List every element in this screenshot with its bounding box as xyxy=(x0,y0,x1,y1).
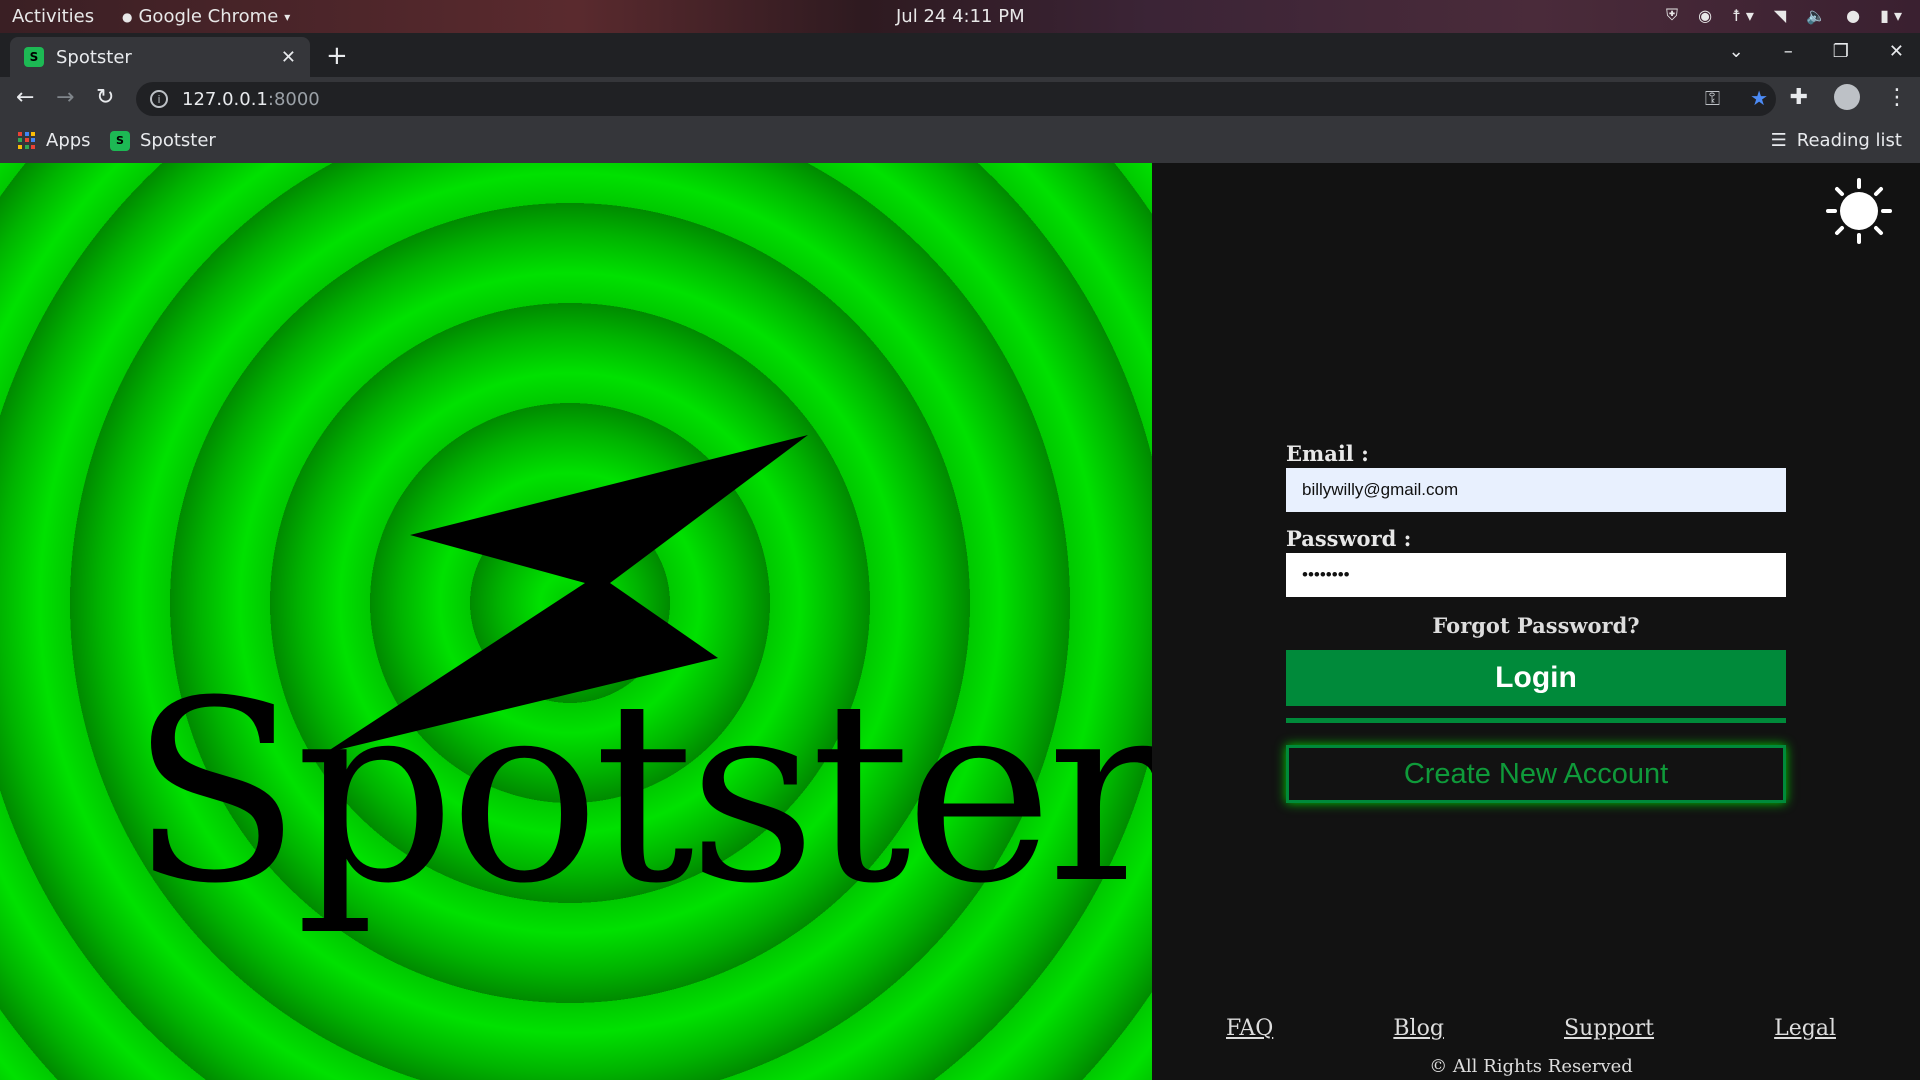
apps-grid-icon xyxy=(18,131,36,150)
copyright-text: © All Rights Reserved xyxy=(1429,1056,1633,1077)
volume-icon[interactable]: 🔈 xyxy=(1806,6,1826,25)
reading-list-label: Reading list xyxy=(1796,130,1902,151)
footer-link-support[interactable]: Support xyxy=(1564,1016,1654,1041)
app-menu[interactable]: ● Google Chrome ▾ xyxy=(122,6,290,27)
spotster-favicon-icon: S xyxy=(24,47,44,67)
site-info-icon[interactable]: i xyxy=(150,90,168,108)
password-field[interactable] xyxy=(1286,553,1786,597)
battery-icon[interactable]: ▮ ▾ xyxy=(1880,6,1902,25)
url-port: :8000 xyxy=(267,88,320,110)
key-icon[interactable]: ⚿ xyxy=(1705,86,1720,110)
create-account-button[interactable]: Create New Account xyxy=(1286,745,1786,803)
tab-spotster[interactable]: S Spotster ✕ xyxy=(10,37,310,77)
address-bar[interactable]: i 127.0.0.1:8000 ⚿ ★ xyxy=(136,82,1776,116)
spotster-favicon-icon: S xyxy=(110,130,130,151)
microphone-icon[interactable]: ● xyxy=(1846,6,1860,25)
login-button[interactable]: Login xyxy=(1286,650,1786,706)
bookmark-label: Apps xyxy=(46,130,91,151)
forward-arrow-icon[interactable]: → xyxy=(56,85,74,110)
maximize-icon[interactable]: ❐ xyxy=(1833,41,1849,62)
tab-strip: S Spotster ✕ + ⌄ – ❐ ✕ xyxy=(0,33,1920,77)
bookmark-label: Spotster xyxy=(140,130,216,151)
hero-banner: Spotster xyxy=(0,163,1152,1080)
footer-link-legal[interactable]: Legal xyxy=(1774,1016,1836,1041)
bookmarks-bar: Apps S Spotster ☰ Reading list xyxy=(0,121,1920,163)
close-window-icon[interactable]: ✕ xyxy=(1889,41,1904,62)
new-tab-button[interactable]: + xyxy=(326,41,348,71)
system-top-bar: Activities ● Google Chrome ▾ Jul 24 4:11… xyxy=(0,0,1920,33)
forgot-password-link[interactable]: Forgot Password? xyxy=(1286,613,1786,638)
window-controls: ⌄ – ❐ ✕ xyxy=(1729,41,1904,62)
shield-icon[interactable]: ⛨ xyxy=(1666,5,1678,25)
footer-link-blog[interactable]: Blog xyxy=(1393,1016,1444,1041)
clock[interactable]: Jul 24 4:11 PM xyxy=(896,6,1025,27)
chevron-down-icon: ▾ xyxy=(284,9,291,24)
tab-search-icon[interactable]: ⌄ xyxy=(1729,41,1744,62)
minimize-icon[interactable]: – xyxy=(1784,41,1793,62)
navigation-bar: ← → ↻ i 127.0.0.1:8000 ⚿ ★ ✚ ⋮ xyxy=(0,77,1920,121)
lightning-bolt-icon xyxy=(325,435,808,753)
close-tab-icon[interactable]: ✕ xyxy=(281,47,296,68)
footer-link-faq[interactable]: FAQ xyxy=(1226,1016,1273,1041)
sun-icon[interactable] xyxy=(1826,178,1892,244)
footer-links: FAQ Blog Support Legal xyxy=(1226,1016,1836,1041)
bookmark-spotster[interactable]: S Spotster xyxy=(110,130,216,151)
app-name: Google Chrome xyxy=(138,6,279,27)
back-arrow-icon[interactable]: ← xyxy=(16,85,34,110)
system-tray[interactable]: ⛨ ◉ ☨ ▾ ◥ 🔈 ● ▮ ▾ xyxy=(1666,5,1902,25)
discord-icon[interactable]: ◉ xyxy=(1698,6,1712,25)
email-field[interactable] xyxy=(1286,468,1786,512)
kebab-menu-icon[interactable]: ⋮ xyxy=(1886,85,1908,110)
extensions-icon[interactable]: ✚ xyxy=(1790,85,1808,110)
reading-list-icon: ☰ xyxy=(1770,130,1787,151)
divider xyxy=(1286,718,1786,723)
page-content: Spotster Email : Password : Forgot Passw… xyxy=(0,163,1920,1080)
url-host: 127.0.0.1 xyxy=(182,88,268,110)
chrome-icon: ● xyxy=(122,9,133,24)
password-label: Password : xyxy=(1286,526,1412,551)
bookmark-star-icon[interactable]: ★ xyxy=(1750,86,1768,110)
accessibility-icon[interactable]: ☨ ▾ xyxy=(1732,6,1754,25)
login-form: Email : Password : Forgot Password? Logi… xyxy=(1286,441,1786,803)
tab-title: Spotster xyxy=(56,46,132,68)
profile-avatar-icon[interactable] xyxy=(1834,84,1860,110)
activities-button[interactable]: Activities xyxy=(12,6,94,27)
brand-wordmark: Spotster xyxy=(130,647,1152,938)
reading-list-button[interactable]: ☰ Reading list xyxy=(1771,130,1902,151)
wifi-icon[interactable]: ◥ xyxy=(1774,6,1786,25)
reload-icon[interactable]: ↻ xyxy=(96,85,114,110)
email-label: Email : xyxy=(1286,441,1369,466)
bookmark-apps[interactable]: Apps xyxy=(18,130,91,151)
